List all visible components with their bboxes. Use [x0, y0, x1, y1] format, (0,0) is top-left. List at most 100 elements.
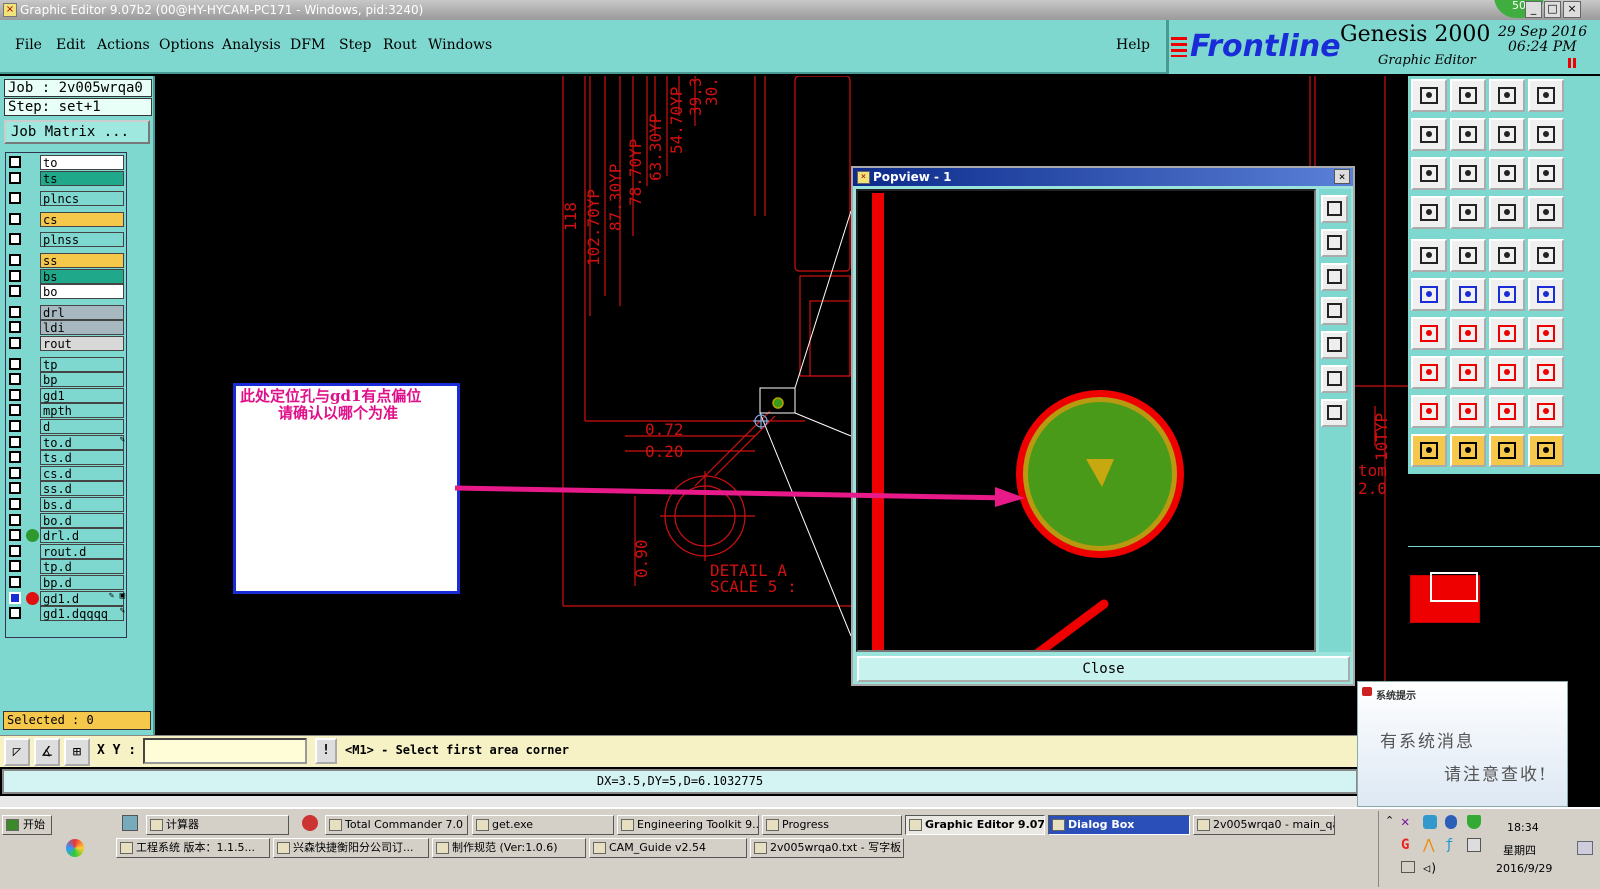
layer-row-ts-d[interactable]: ts.d: [6, 450, 128, 466]
layer-name[interactable]: d: [40, 419, 124, 434]
menu-windows[interactable]: Windows: [428, 37, 492, 53]
layer-row-cs[interactable]: cs: [6, 211, 128, 227]
add-pad-icon[interactable]: [1411, 356, 1447, 389]
add-node-icon[interactable]: [1411, 278, 1447, 311]
taskbar-item[interactable]: 2v005wrqa0 - main_qa: [1193, 815, 1335, 835]
layer-row-bs-d[interactable]: bs.d: [6, 497, 128, 512]
taskbar-item[interactable]: get.exe: [472, 815, 614, 835]
menu-actions[interactable]: Actions: [97, 37, 150, 53]
layer-row-bp-d[interactable]: bp.d: [6, 575, 128, 590]
popview-zoom-out-icon[interactable]: [1321, 399, 1348, 427]
clock-day[interactable]: 星期四: [1503, 842, 1536, 858]
tray-x-icon[interactable]: ✕: [1401, 815, 1415, 829]
fit-all-icon[interactable]: [1450, 157, 1486, 190]
menu-edit[interactable]: Edit: [56, 37, 85, 53]
clip-icon[interactable]: [1489, 356, 1525, 389]
layer-checkbox[interactable]: [9, 192, 21, 205]
layer-name[interactable]: cs.d: [40, 465, 124, 481]
layer-name[interactable]: rout: [40, 336, 124, 351]
pointer-multi-icon[interactable]: [1528, 434, 1564, 467]
one-to-one-icon[interactable]: [1489, 157, 1525, 190]
layer-checkbox[interactable]: [9, 607, 21, 620]
system-notification[interactable]: 系统提示 有系统消息 请注意查收!: [1357, 681, 1568, 807]
layer-row-drl-d[interactable]: drl.d: [6, 528, 128, 544]
tray-security-icon[interactable]: [1467, 815, 1481, 829]
layer-checkbox[interactable]: [9, 357, 21, 370]
pointer-icon[interactable]: [1411, 434, 1447, 467]
layer-name[interactable]: tp.d: [40, 559, 124, 575]
taskbar-item[interactable]: Graphic Editor 9.07...: [905, 815, 1045, 835]
clock-date[interactable]: 2016/9/29: [1496, 862, 1552, 875]
menu-analysis[interactable]: Analysis: [222, 37, 281, 53]
layer-row-to-d[interactable]: to.d ✎: [6, 434, 128, 450]
layer-checkbox[interactable]: [9, 576, 21, 588]
grid-icon[interactable]: ⊞: [64, 738, 90, 766]
layer-checkbox[interactable]: [9, 451, 21, 464]
layer-name[interactable]: drl: [40, 304, 124, 320]
zoom-area-icon[interactable]: ◸: [4, 738, 30, 766]
menu-step[interactable]: Step: [339, 37, 371, 53]
start-button[interactable]: 开始: [2, 815, 52, 835]
pointer-move-icon[interactable]: [1489, 434, 1525, 467]
layer-checkbox[interactable]: [9, 305, 21, 318]
layer-name[interactable]: gd1: [40, 387, 124, 403]
tooling-hole[interactable]: [772, 397, 784, 409]
tray-monitor-icon[interactable]: [1401, 861, 1415, 873]
layer-checkbox[interactable]: [9, 388, 21, 401]
taskbar-item[interactable]: Engineering Toolkit 9....: [617, 815, 759, 835]
measure-icon[interactable]: ∡: [34, 738, 60, 766]
layer-row-gd1[interactable]: gd1: [6, 387, 128, 403]
feature-vector-icon[interactable]: [1450, 239, 1486, 272]
minimize-button[interactable]: _: [1525, 1, 1542, 18]
taskbar-item[interactable]: 2v005wrqa0.txt - 写字板: [750, 838, 904, 858]
alert-button[interactable]: !: [315, 738, 337, 764]
layer-row-ss-d[interactable]: ss.d: [6, 481, 128, 497]
layer-color-dot[interactable]: [26, 529, 39, 543]
layer-name[interactable]: ss.d: [40, 481, 124, 497]
popview-pan-up-icon[interactable]: [1321, 229, 1348, 257]
menu-rout[interactable]: Rout: [383, 37, 417, 53]
layer-name[interactable]: drl.d: [40, 528, 124, 544]
popview-zoom-fit-icon[interactable]: [1321, 195, 1348, 223]
layer-checkbox[interactable]: [9, 435, 21, 448]
clock-time[interactable]: 18:34: [1507, 821, 1539, 834]
layer-checkbox[interactable]: [9, 269, 21, 282]
layer-checkbox[interactable]: [9, 233, 21, 246]
layer-checkbox[interactable]: [9, 529, 21, 542]
split-icon[interactable]: [1528, 79, 1564, 112]
pad-select-icon[interactable]: [1411, 239, 1447, 272]
line-blue-icon[interactable]: [1450, 356, 1486, 389]
layer-name[interactable]: bp.d: [40, 575, 124, 590]
snap-icon[interactable]: [1411, 196, 1447, 229]
display-color-icon[interactable]: [1528, 196, 1564, 229]
menu-dfm[interactable]: DFM: [290, 37, 325, 53]
layer-name[interactable]: bo: [40, 284, 124, 300]
quicklaunch-icon[interactable]: [66, 839, 84, 857]
maximize-button[interactable]: □: [1544, 1, 1561, 18]
layer-checkbox[interactable]: [9, 498, 21, 510]
layer-checkbox[interactable]: [9, 337, 21, 349]
layer-row-plncs[interactable]: plncs: [6, 191, 128, 207]
layer-checkbox[interactable]: [9, 544, 21, 557]
display-icon[interactable]: [1489, 196, 1525, 229]
layer-checkbox[interactable]: [9, 171, 21, 184]
zoom-back-icon[interactable]: [1489, 118, 1525, 151]
layer-row-drl[interactable]: drl: [6, 304, 128, 320]
pan-left-icon[interactable]: [1411, 118, 1447, 151]
taskbar-item[interactable]: 计算器: [146, 815, 289, 835]
xy-input[interactable]: [143, 738, 307, 764]
taskbar-item[interactable]: CAM_Guide v2.54: [589, 838, 747, 858]
layer-checkbox[interactable]: [9, 466, 21, 479]
layer-name[interactable]: mpth: [40, 403, 124, 419]
home-icon[interactable]: [1489, 79, 1525, 112]
tray-f-icon[interactable]: ƒ: [1445, 838, 1459, 852]
triangle-2-icon[interactable]: [1450, 395, 1486, 428]
quicklaunch-desktop-icon[interactable]: [122, 815, 138, 831]
popview-pan-down-icon[interactable]: [1321, 263, 1348, 291]
popview-pan-right-icon[interactable]: [1321, 331, 1348, 359]
popview-zoom-in-icon[interactable]: [1321, 365, 1348, 393]
tray-qq-icon[interactable]: [1423, 815, 1437, 829]
help-icon[interactable]: [1528, 157, 1564, 190]
layer-checkbox[interactable]: [9, 560, 21, 573]
menu-help[interactable]: Help: [1116, 37, 1150, 53]
